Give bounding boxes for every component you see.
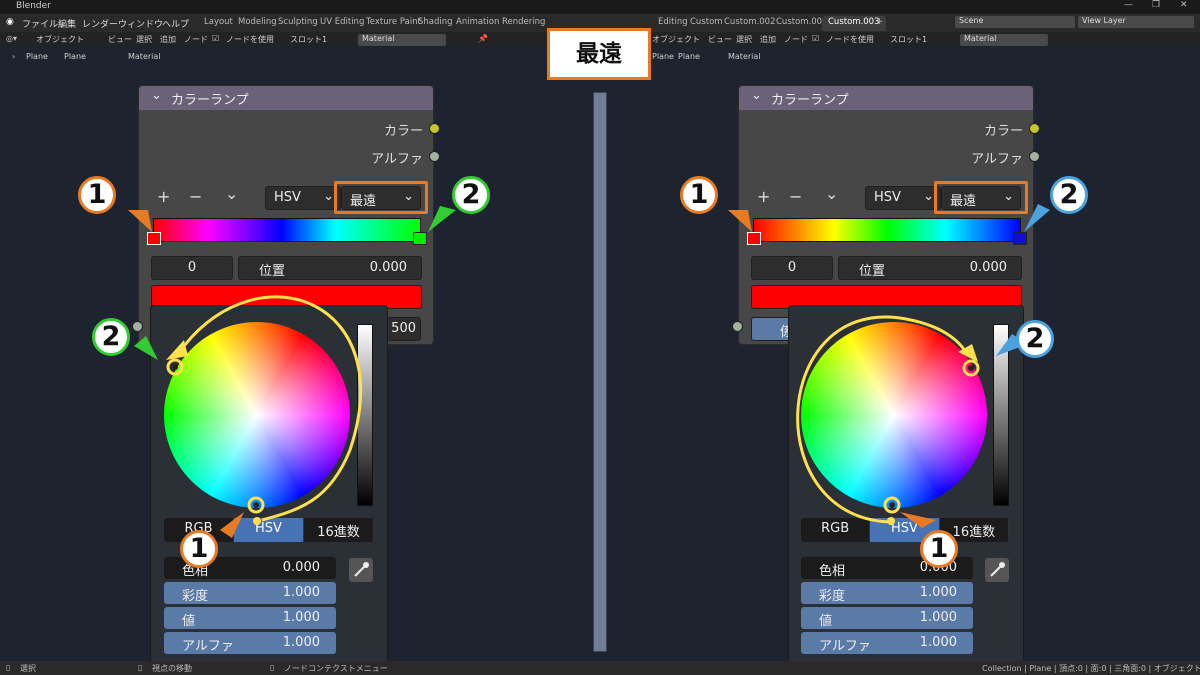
badge-1: 1 — [78, 176, 116, 214]
rotation-arrow — [182, 295, 363, 522]
mouse-left-icon: ▯ — [6, 663, 11, 672]
badge-1: 1 — [920, 530, 958, 568]
mouse-middle-icon: ▯ — [138, 663, 143, 672]
interpolation-highlight — [934, 181, 1028, 214]
status-info: Collection | Plane | 頂点:0 | 面:0 | 三角面:0 … — [982, 664, 1200, 673]
badge-2: 2 — [1050, 176, 1088, 214]
status-select: 選択 — [20, 664, 36, 673]
badge-1: 1 — [180, 530, 218, 568]
badge-1: 1 — [680, 176, 718, 214]
badge-2: 2 — [92, 318, 130, 356]
badge-2: 2 — [452, 176, 490, 214]
rotation-arrow — [796, 315, 970, 524]
annotation-overlay-left — [128, 206, 456, 538]
status-bar: ▯ 選択 ▯ 視点の移動 ▯ ノードコンテクストメニュー Collection … — [0, 661, 1200, 675]
rotation-arrow-head — [166, 340, 188, 360]
badge-2: 2 — [1016, 320, 1054, 358]
mouse-right-icon: ▯ — [270, 663, 275, 672]
annotation-overlay-right — [728, 204, 1050, 528]
status-move: 視点の移動 — [152, 664, 192, 673]
interpolation-highlight — [334, 181, 428, 214]
status-context: ノードコンテクストメニュー — [284, 664, 388, 673]
